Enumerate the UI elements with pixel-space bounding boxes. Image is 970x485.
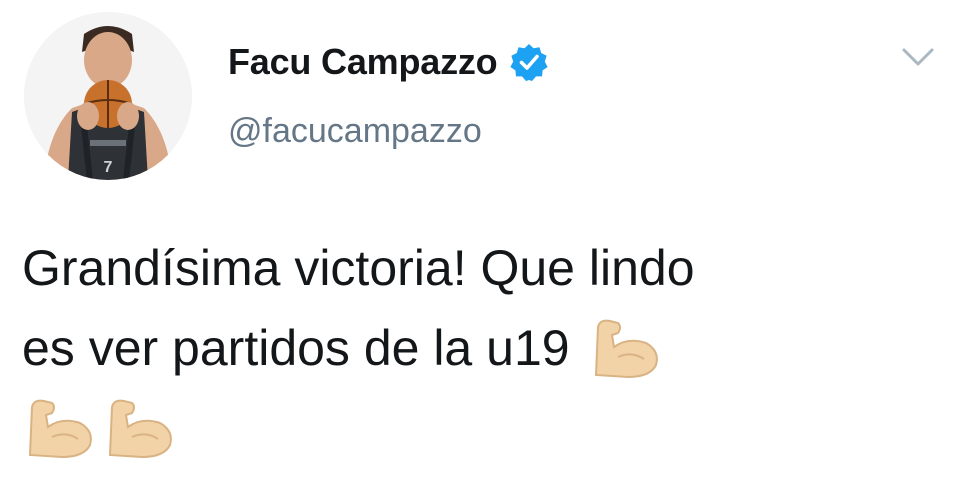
display-name[interactable]: Facu Campazzo bbox=[228, 41, 498, 83]
svg-text:7: 7 bbox=[104, 159, 113, 176]
tweet-text-line-content: es ver partidos de la u19 bbox=[22, 320, 570, 376]
chevron-down-icon[interactable] bbox=[900, 44, 936, 72]
flexed-biceps-emoji-icon bbox=[588, 317, 662, 379]
tweet-card: 7 Facu Campazzo @facucampazzo Grandísima… bbox=[0, 0, 970, 485]
player-avatar-icon: 7 bbox=[24, 12, 192, 180]
tweet-text-line: es ver partidos de la u19 bbox=[22, 308, 952, 388]
user-handle[interactable]: @facucampazzo bbox=[228, 112, 482, 151]
tweet-text-line: Grandísima victoria! Que lindo bbox=[22, 240, 695, 296]
tweet-emoji-line bbox=[22, 388, 952, 468]
flexed-biceps-emoji-icon bbox=[22, 397, 96, 459]
avatar[interactable]: 7 bbox=[24, 12, 192, 180]
flexed-biceps-emoji-icon bbox=[102, 397, 176, 459]
verified-badge-icon bbox=[509, 42, 549, 82]
tweet-text: Grandísima victoria! Que lindo es ver pa… bbox=[22, 228, 952, 468]
author-row: Facu Campazzo bbox=[228, 38, 549, 86]
